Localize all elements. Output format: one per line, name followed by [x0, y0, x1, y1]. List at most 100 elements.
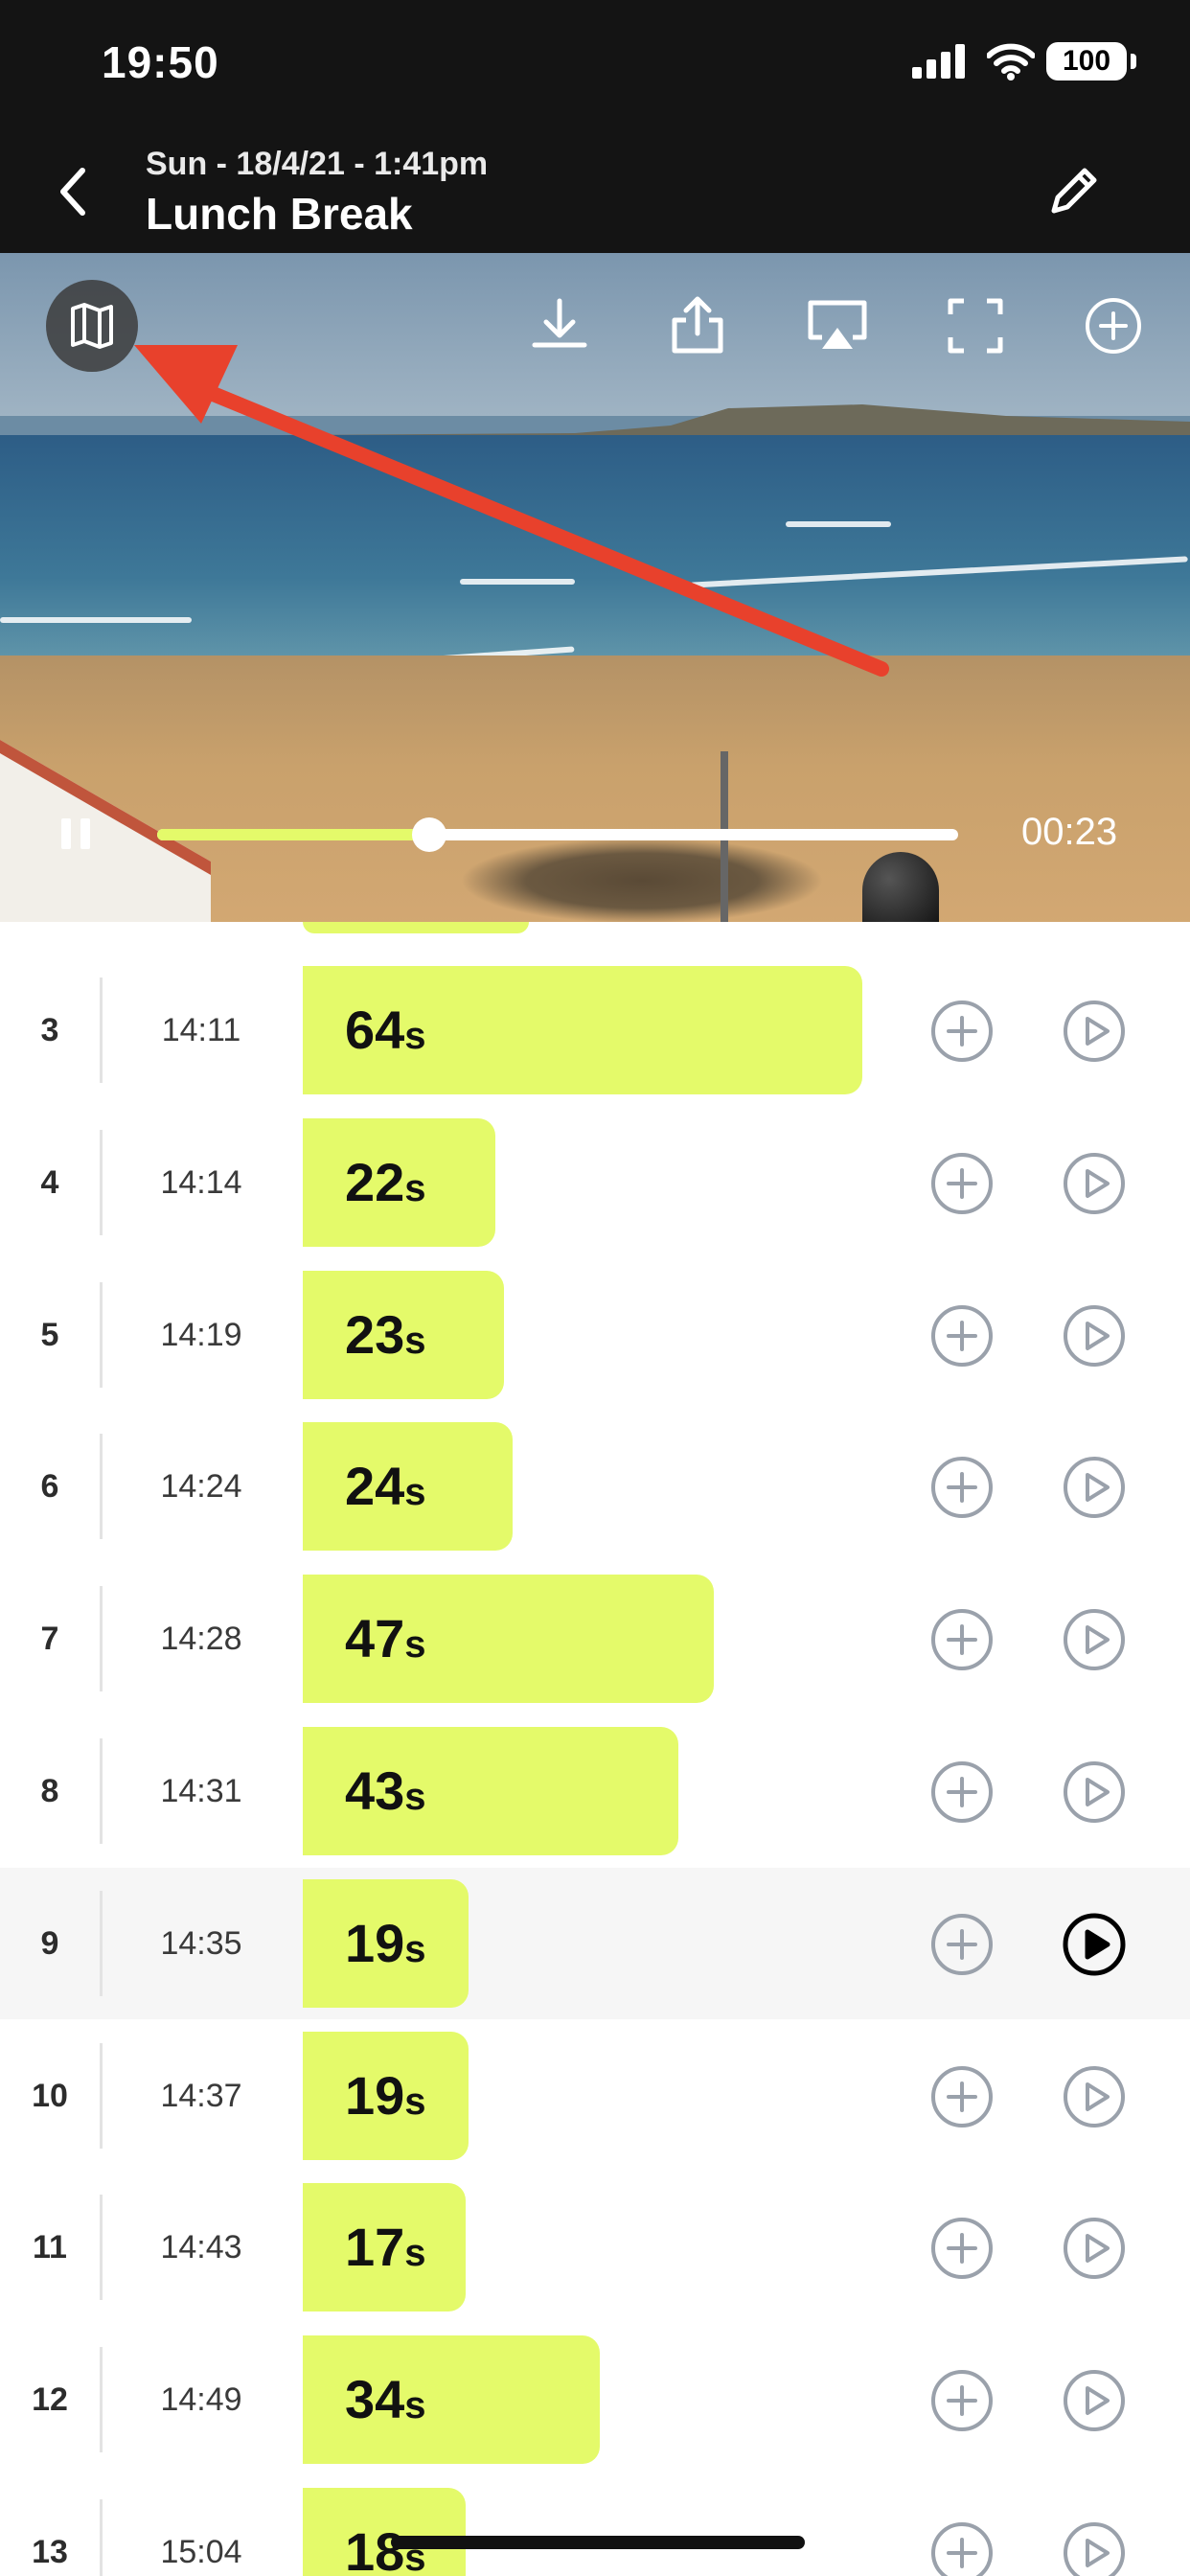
- play-clip-icon[interactable]: [1062, 1151, 1127, 1216]
- add-clip-icon[interactable]: [929, 1455, 995, 1520]
- wifi-icon: [987, 43, 1035, 80]
- wave-duration-value: 19: [345, 2065, 405, 2126]
- wave-row[interactable]: 8 14:31 43s: [0, 1715, 1190, 1867]
- wave-duration: 64s: [345, 954, 426, 1106]
- add-clip-icon[interactable]: [929, 1912, 995, 1977]
- nav-header: Sun - 18/4/21 - 1:41pm Lunch Break: [0, 134, 1190, 253]
- wave-start-time: 14:35: [160, 1925, 242, 1962]
- wave-row[interactable]: 10 14:37 19s: [0, 2020, 1190, 2172]
- row-divider: [100, 1738, 103, 1844]
- wave-duration: 43s: [345, 1715, 426, 1867]
- status-bar: 19:50 100: [0, 0, 1190, 134]
- wave-duration-unit: s: [404, 1776, 426, 1818]
- wave-row[interactable]: 11 14:43 17s: [0, 2172, 1190, 2323]
- wave-row[interactable]: 4 14:14 22s: [0, 1107, 1190, 1258]
- wave-start-time: 14:24: [160, 1468, 242, 1505]
- wave-row[interactable]: 5 14:19 23s: [0, 1259, 1190, 1411]
- play-clip-icon[interactable]: [1062, 2064, 1127, 2129]
- video-player[interactable]: 00:23: [0, 253, 1190, 922]
- row-divider: [100, 978, 103, 1083]
- wave-duration: 34s: [345, 2324, 426, 2475]
- add-clip-icon[interactable]: [929, 1151, 995, 1216]
- wave-start-time: 15:04: [160, 2534, 242, 2570]
- cellular-signal-icon: [912, 44, 965, 79]
- row-divider: [100, 1282, 103, 1388]
- play-clip-icon[interactable]: [1062, 1760, 1127, 1825]
- add-clip-icon[interactable]: [929, 1607, 995, 1672]
- wave-row[interactable]: 7 14:28 47s: [0, 1563, 1190, 1714]
- wave-duration-value: 17: [345, 2217, 405, 2277]
- play-clip-icon[interactable]: [1062, 1912, 1127, 1977]
- add-clip-icon[interactable]: [929, 2216, 995, 2281]
- wave-duration-value: 19: [345, 1913, 405, 1973]
- wave-duration-unit: s: [404, 1015, 426, 1057]
- wave-row[interactable]: 3 14:11 64s: [0, 954, 1190, 1106]
- wave-duration-unit: s: [404, 1320, 426, 1362]
- playback-scrubber-knob[interactable]: [412, 817, 446, 852]
- wave-index: 6: [40, 1468, 59, 1505]
- wave-duration-value: 47: [345, 1608, 405, 1668]
- wave-duration-unit: s: [404, 2081, 426, 2123]
- add-clip-icon[interactable]: [929, 2520, 995, 2576]
- row-divider: [100, 1434, 103, 1539]
- row-divider: [100, 2195, 103, 2300]
- wave-duration-value: 34: [345, 2369, 405, 2429]
- pause-icon[interactable]: [57, 815, 96, 853]
- session-title: Lunch Break: [146, 189, 413, 239]
- add-clip-icon[interactable]: [929, 1303, 995, 1368]
- wave-start-time: 14:49: [160, 2381, 242, 2418]
- wave-index: 3: [40, 1012, 59, 1048]
- wave-start-time: 14:19: [160, 1317, 242, 1353]
- play-clip-icon[interactable]: [1062, 1607, 1127, 1672]
- add-clip-icon[interactable]: [929, 999, 995, 1064]
- back-chevron-icon[interactable]: [54, 163, 92, 220]
- play-clip-icon[interactable]: [1062, 2216, 1127, 2281]
- play-clip-icon[interactable]: [1062, 999, 1127, 1064]
- play-clip-icon[interactable]: [1062, 1303, 1127, 1368]
- add-clip-icon[interactable]: [929, 2368, 995, 2433]
- row-divider: [100, 2347, 103, 2452]
- wave-duration: 17s: [345, 2172, 426, 2323]
- wave-duration: 24s: [345, 1411, 426, 1562]
- row-divider: [100, 1586, 103, 1691]
- add-clip-icon[interactable]: [929, 2064, 995, 2129]
- wave-index: 12: [32, 2381, 68, 2418]
- row-divider: [100, 2499, 103, 2576]
- wave-duration-value: 64: [345, 1000, 405, 1060]
- wave-start-time: 14:28: [160, 1621, 242, 1657]
- wave-index: 9: [40, 1925, 59, 1962]
- play-clip-icon[interactable]: [1062, 2368, 1127, 2433]
- wave-duration: 22s: [345, 1107, 426, 1258]
- session-date: Sun - 18/4/21 - 1:41pm: [146, 146, 489, 182]
- wave-row[interactable]: 9 14:35 19s: [0, 1868, 1190, 2019]
- wave-start-time: 14:11: [161, 1012, 241, 1048]
- wave-duration-value: 22: [345, 1152, 405, 1212]
- wave-duration: 18s: [345, 2476, 426, 2576]
- wave-duration-unit: s: [404, 1623, 426, 1666]
- wave-duration-unit: s: [404, 1167, 426, 1209]
- edit-pencil-icon[interactable]: [1044, 163, 1102, 220]
- wave-index: 5: [40, 1317, 59, 1353]
- playback-timecode: 00:23: [1021, 811, 1118, 853]
- play-clip-icon[interactable]: [1062, 2520, 1127, 2576]
- battery-tip: [1131, 54, 1136, 69]
- playback-progress-bar[interactable]: [157, 817, 958, 852]
- playback-progress-fill: [157, 829, 429, 840]
- wave-duration-unit: s: [404, 2384, 426, 2426]
- wave-index: 13: [32, 2534, 68, 2570]
- home-indicator: [391, 2536, 805, 2549]
- wave-row[interactable]: 13 15:04 18s: [0, 2476, 1190, 2576]
- wave-duration: 47s: [345, 1563, 426, 1714]
- wave-duration-unit: s: [404, 2232, 426, 2274]
- wave-list[interactable]: 3 14:11 64s 4 14:14 22s 5 14:19 23s 6 14:24 24s 7 14:…: [0, 922, 1190, 2576]
- wave-row[interactable]: 6 14:24 24s: [0, 1411, 1190, 1562]
- add-clip-icon[interactable]: [929, 1760, 995, 1825]
- status-time: 19:50: [102, 37, 219, 87]
- wave-index: 11: [33, 2229, 67, 2266]
- wave-duration-value: 43: [345, 1760, 405, 1821]
- wave-duration-value: 24: [345, 1456, 405, 1516]
- wave-row[interactable]: 12 14:49 34s: [0, 2324, 1190, 2475]
- play-clip-icon[interactable]: [1062, 1455, 1127, 1520]
- row-divider: [100, 2043, 103, 2149]
- wave-index: 4: [40, 1164, 59, 1201]
